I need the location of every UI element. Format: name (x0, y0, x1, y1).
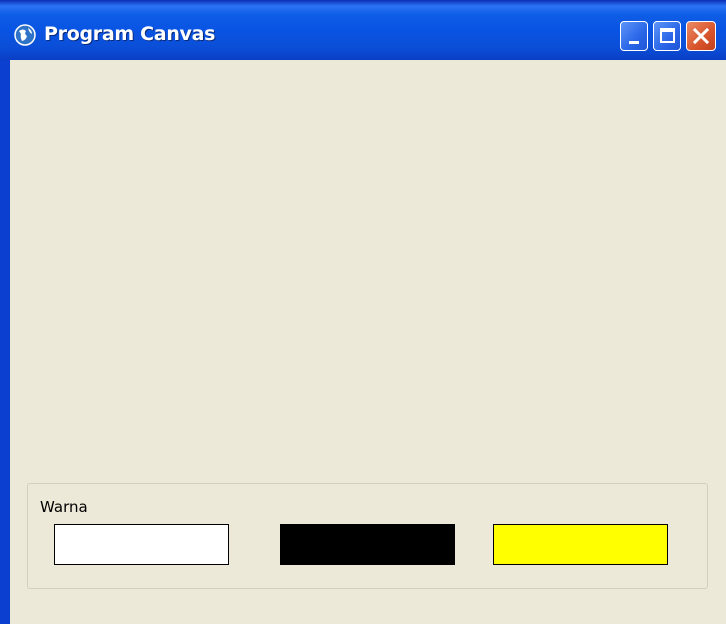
minimize-button[interactable] (620, 21, 648, 51)
close-button[interactable] (686, 21, 716, 51)
maximize-button[interactable] (653, 21, 681, 51)
maximize-icon (660, 28, 675, 43)
color-group-label: Warna (40, 498, 88, 516)
globe-icon (14, 24, 36, 46)
black-color-swatch[interactable] (280, 524, 455, 565)
title-bar[interactable]: Program Canvas (0, 0, 726, 60)
white-color-swatch[interactable] (54, 524, 229, 565)
canvas-area: Warna (10, 60, 726, 624)
yellow-color-swatch[interactable] (493, 524, 668, 565)
window-title: Program Canvas (44, 23, 216, 45)
minimize-icon (629, 41, 639, 44)
close-icon (692, 27, 710, 45)
program-canvas-window: Program Canvas Warna (0, 0, 726, 624)
color-groupbox: Warna (27, 483, 708, 589)
